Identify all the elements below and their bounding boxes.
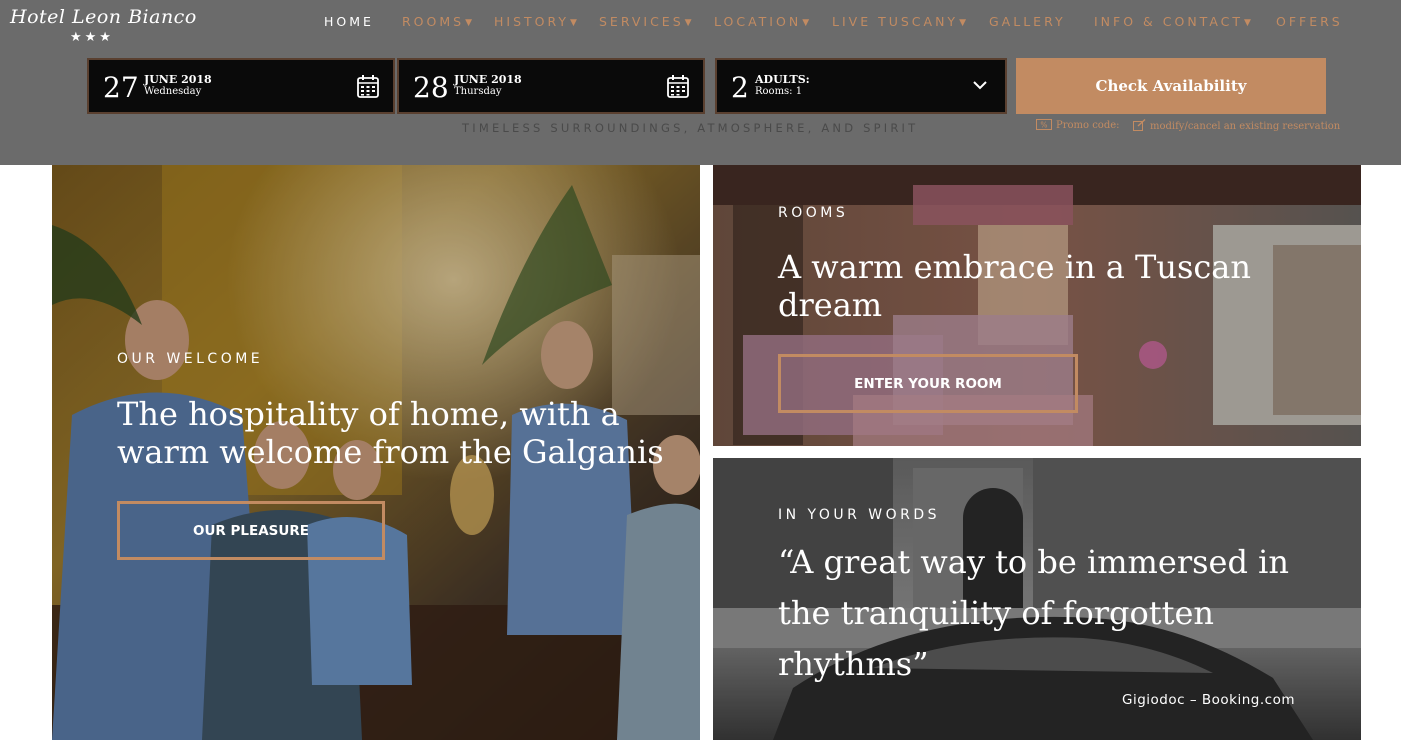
nav-item-rooms[interactable]: ROOMS▼ <box>402 14 472 30</box>
rooms-count: Rooms: 1 <box>755 86 803 97</box>
adults-count: 2 <box>731 71 749 104</box>
nav-item-gallery[interactable]: GALLERY <box>989 14 1066 30</box>
calendar-icon <box>357 75 379 98</box>
logo-text: Hotel Leon Bianco <box>10 6 197 28</box>
checkout-weekday: Thursday <box>454 86 502 97</box>
adults-label: ADULTS: <box>755 73 810 86</box>
testimonial-quote: “A great way to be immersed in the tranq… <box>778 537 1289 690</box>
promo-code-label: Promo code: <box>1056 120 1120 131</box>
checkin-day: 27 <box>103 71 139 104</box>
modify-reservation-label: modify/cancel an existing reservation <box>1150 121 1341 132</box>
testimonial-eyebrow: IN YOUR WORDS <box>778 507 941 523</box>
nav-item-label: LIVE TUSCANY <box>832 14 959 29</box>
rooms-headline-line2: dream <box>778 286 883 324</box>
check-availability-button[interactable]: Check Availability <box>1016 58 1326 114</box>
testimonial-author: Gigiodoc – Booking.com <box>1122 692 1295 708</box>
guests-selector[interactable]: 2 ADULTS: Rooms: 1 <box>715 58 1007 114</box>
rooms-eyebrow: ROOMS <box>778 205 849 221</box>
nav-item-live-tuscany[interactable]: LIVE TUSCANY▼ <box>832 14 966 30</box>
site-tagline: TIMELESS SURROUNDINGS, ATMOSPHERE, AND S… <box>462 121 919 135</box>
caret-down-icon: ▼ <box>684 18 692 28</box>
checkin-date-picker[interactable]: 27 JUNE 2018 Wednesday <box>87 58 395 114</box>
nav-item-label: ROOMS <box>402 14 465 29</box>
logo-stars: ★★★ <box>70 29 114 44</box>
caret-down-icon: ▼ <box>959 18 966 28</box>
nav-item-label: GALLERY <box>989 14 1066 29</box>
enter-your-room-button[interactable]: ENTER YOUR ROOM <box>778 354 1078 413</box>
chevron-down-icon <box>973 81 987 90</box>
caret-down-icon: ▼ <box>570 18 577 28</box>
testimonial-panel: IN YOUR WORDS “A great way to be immerse… <box>713 458 1361 740</box>
nav-item-location[interactable]: LOCATION▼ <box>714 14 809 30</box>
nav-item-history[interactable]: HISTORY▼ <box>494 14 577 30</box>
caret-down-icon: ▼ <box>802 18 810 28</box>
our-pleasure-button[interactable]: OUR PLEASURE <box>117 501 385 560</box>
welcome-headline-line2: warm welcome from the Galganis <box>117 433 664 471</box>
nav-item-services[interactable]: SERVICES▼ <box>599 14 692 30</box>
caret-down-icon: ▼ <box>1244 18 1251 28</box>
nav-item-home[interactable]: HOME <box>324 14 374 30</box>
promo-code-link[interactable]: % Promo code: <box>1036 119 1120 131</box>
rooms-panel: ROOMS A warm embrace in a Tuscan dream E… <box>713 165 1361 446</box>
hotel-logo[interactable]: Hotel Leon Bianco ★★★ <box>10 6 197 46</box>
nav-item-info-contact[interactable]: INFO & CONTACT▼ <box>1094 14 1251 30</box>
nav-item-label: HOME <box>324 14 374 29</box>
testimonial-quote-line1: “A great way to be immersed in <box>778 543 1289 581</box>
caret-down-icon: ▼ <box>465 18 473 28</box>
nav-item-label: LOCATION <box>714 14 802 29</box>
nav-item-label: OFFERS <box>1276 14 1343 29</box>
checkin-month-year: JUNE 2018 <box>144 73 212 86</box>
checkin-weekday: Wednesday <box>144 86 202 97</box>
rooms-headline: A warm embrace in a Tuscan dream <box>778 248 1251 324</box>
calendar-icon <box>667 75 689 98</box>
welcome-eyebrow: OUR WELCOME <box>117 351 264 367</box>
checkout-date-picker[interactable]: 28 JUNE 2018 Thursday <box>397 58 705 114</box>
rooms-headline-line1: A warm embrace in a Tuscan <box>778 248 1251 286</box>
svg-text:%: % <box>1040 121 1047 130</box>
site-header: Hotel Leon Bianco ★★★ HOME ROOMS▼ HISTOR… <box>0 0 1401 165</box>
testimonial-quote-line3: rhythms” <box>778 645 929 683</box>
welcome-panel: OUR WELCOME The hospitality of home, wit… <box>52 165 700 740</box>
nav-item-label: HISTORY <box>494 14 570 29</box>
nav-item-label: SERVICES <box>599 14 684 29</box>
nav-item-offers[interactable]: OFFERS <box>1276 14 1343 30</box>
testimonial-quote-line2: the tranquility of forgotten <box>778 594 1215 632</box>
welcome-headline: The hospitality of home, with a warm wel… <box>117 395 664 471</box>
checkout-month-year: JUNE 2018 <box>454 73 522 86</box>
checkout-day: 28 <box>413 71 449 104</box>
nav-item-label: INFO & CONTACT <box>1094 14 1244 29</box>
modify-reservation-link[interactable]: modify/cancel an existing reservation <box>1133 119 1340 132</box>
welcome-headline-line1: The hospitality of home, with a <box>117 395 620 433</box>
percent-tag-icon: % <box>1036 119 1052 130</box>
edit-icon <box>1133 119 1146 131</box>
